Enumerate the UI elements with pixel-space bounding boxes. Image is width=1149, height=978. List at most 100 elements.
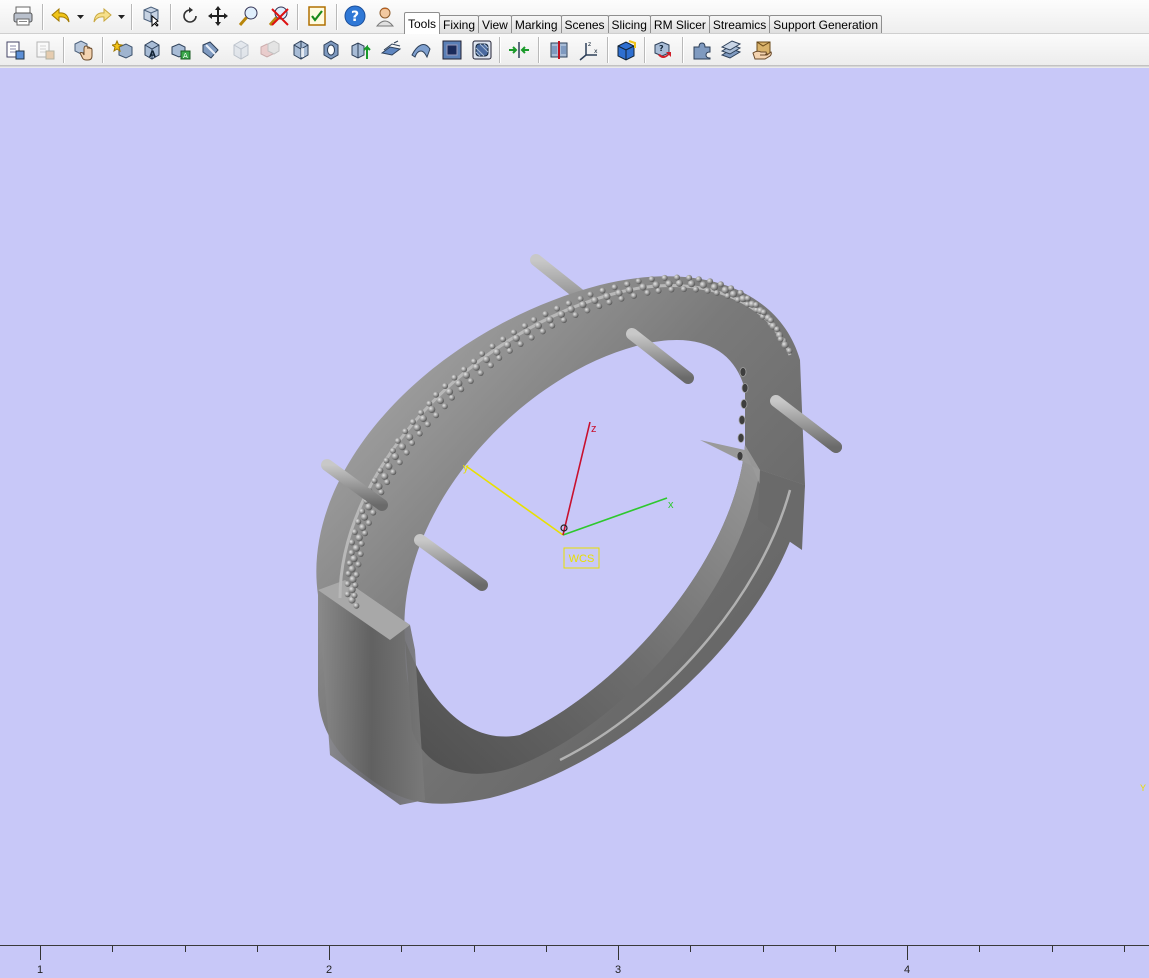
redo-dropdown-chevron-icon[interactable] [117, 4, 125, 30]
smooth-icon[interactable] [408, 37, 434, 63]
ring-bead [433, 391, 439, 398]
ring-bead [355, 561, 362, 568]
ring-bead [652, 281, 660, 289]
ruler-tick [1123, 946, 1125, 952]
tab-rm-slicer[interactable]: RM Slicer [649, 15, 710, 34]
ring-bead [521, 322, 528, 329]
ring-bead [445, 388, 454, 396]
ring-model[interactable] [316, 276, 805, 805]
svg-text:z: z [588, 41, 591, 48]
ring-bead [603, 292, 611, 300]
ruler-tick [112, 946, 114, 952]
toolbar-separator [336, 4, 337, 30]
hollow-icon[interactable] [228, 37, 254, 63]
ring-bead [567, 305, 575, 313]
pan-icon[interactable] [205, 3, 231, 29]
ring-bead [359, 523, 367, 532]
ring-bead [534, 322, 543, 330]
stack-icon[interactable] [718, 37, 744, 63]
box-icon[interactable] [613, 37, 639, 63]
export-part-icon[interactable] [32, 37, 58, 63]
cube-view-icon[interactable]: A [139, 37, 165, 63]
ring-bead [760, 309, 767, 316]
import-part-icon[interactable] [2, 37, 28, 63]
extrude-icon[interactable] [318, 37, 344, 63]
ring-bead [378, 489, 385, 496]
tab-tools[interactable]: Tools [404, 12, 441, 34]
ring-bead [503, 341, 511, 349]
toolbar-separator [102, 37, 103, 63]
ring-bead [357, 551, 364, 557]
translate-part-icon[interactable]: A [168, 37, 194, 63]
surface-icon[interactable] [378, 37, 404, 63]
wrench-fix-icon[interactable] [198, 37, 224, 63]
ring-bead [699, 281, 707, 289]
ruler-label-4: 4 [904, 964, 911, 976]
z-axis-label: z [591, 423, 597, 435]
ring-bead [510, 329, 517, 336]
3d-viewport[interactable]: x y z WCS Y [0, 68, 1149, 945]
undo-dropdown-chevron-icon[interactable] [76, 4, 84, 30]
ring-bead [539, 328, 546, 335]
ring-bead [728, 285, 734, 292]
user-assistant-icon[interactable] [372, 3, 398, 29]
ring-bead [744, 295, 751, 302]
tab-marking[interactable]: Marking [510, 15, 562, 34]
toolbar-separator [170, 4, 171, 30]
ring-hole [740, 399, 748, 409]
ring-bead [549, 322, 556, 329]
ring-bead [352, 544, 360, 552]
boolean-up-icon[interactable] [348, 37, 374, 63]
ring-bead [352, 582, 359, 589]
svg-text:A: A [183, 52, 188, 60]
ring-bead [713, 289, 720, 296]
cut-icon[interactable] [288, 37, 314, 63]
tab-support-generation[interactable]: Support Generation [769, 15, 883, 34]
part-select-icon[interactable] [138, 3, 164, 29]
ruler-label-2: 2 [326, 964, 333, 976]
ring-bead [644, 289, 651, 296]
undo-icon[interactable] [48, 3, 74, 29]
ring-bead [355, 534, 363, 542]
scene-canvas[interactable]: x y z WCS Y [0, 68, 1149, 945]
axes-icon[interactable]: zx [576, 37, 602, 63]
offset-icon[interactable] [469, 37, 495, 63]
ring-bead [668, 286, 675, 293]
duplicate-icon[interactable] [257, 37, 283, 63]
ring-bead [351, 592, 358, 599]
scale-icon[interactable] [546, 37, 572, 63]
ring-bead [786, 347, 793, 354]
ring-bead [591, 296, 599, 304]
tab-streamics[interactable]: Streamics [708, 15, 771, 34]
zoom-fit-icon[interactable] [266, 3, 292, 29]
zoom-icon[interactable] [236, 3, 262, 29]
hand-package-icon[interactable] [749, 37, 775, 63]
tab-view[interactable]: View [478, 15, 512, 34]
help-icon[interactable]: ? [342, 3, 368, 29]
tab-slicing[interactable]: Slicing [607, 15, 651, 34]
ring-bead [489, 343, 496, 350]
puzzle-icon[interactable] [689, 37, 715, 63]
rotate-view-icon[interactable] [177, 3, 203, 29]
repair-icon[interactable]: ? [650, 37, 676, 63]
mirror-icon[interactable] [506, 37, 532, 63]
add-primitive-icon[interactable] [110, 37, 136, 63]
tab-scenes[interactable]: Scenes [560, 15, 609, 34]
ring-bead [631, 292, 637, 299]
print-icon[interactable] [10, 3, 36, 29]
redo-icon[interactable] [89, 3, 115, 29]
ring-bead [724, 292, 731, 299]
ring-bead [615, 289, 623, 297]
ring-bead [351, 529, 358, 535]
ring-bead [428, 405, 436, 413]
ring-bead [394, 437, 401, 444]
ring-bead [781, 341, 789, 349]
toolbar-separator [297, 4, 298, 30]
ring-bead [436, 396, 444, 405]
pick-part-icon[interactable] [71, 37, 97, 63]
ring-bead [426, 400, 433, 407]
ring-bead [358, 540, 365, 547]
tab-fixing[interactable]: Fixing [439, 15, 480, 34]
check-list-icon[interactable] [304, 3, 330, 29]
shell-icon[interactable] [439, 37, 465, 63]
